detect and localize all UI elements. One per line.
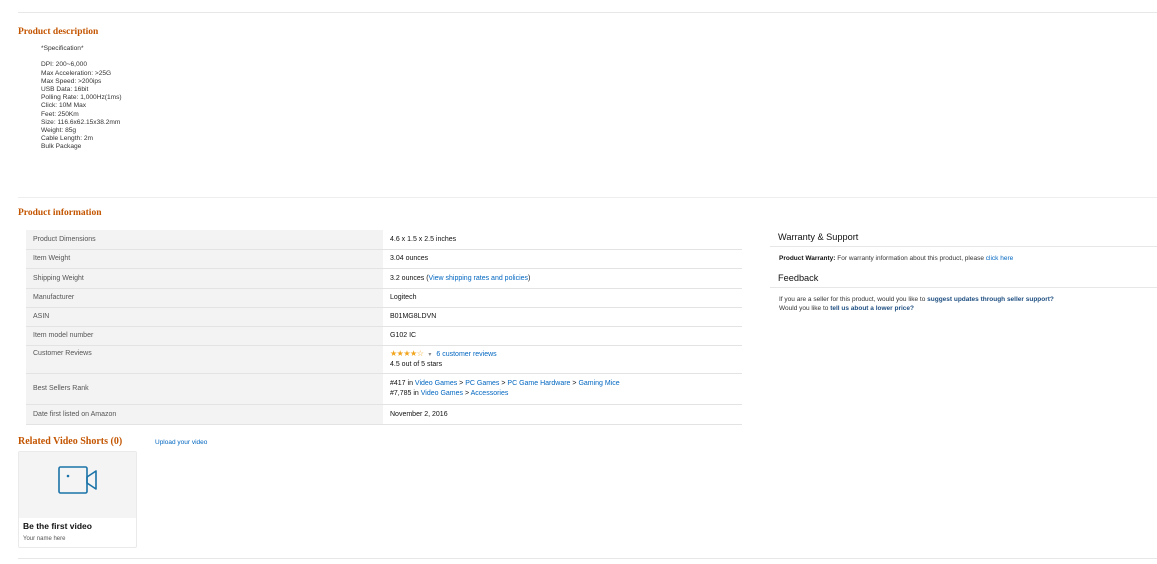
shipping-weight-value: 3.2 ounces <box>390 274 425 282</box>
description-line: Polling Rate: 1,000Hz(1ms) <box>41 94 122 102</box>
table-row: Manufacturer Logitech <box>26 288 742 308</box>
table-row: Item Weight 3.04 ounces <box>26 249 742 269</box>
feedback-divider <box>770 287 1157 288</box>
info-key: Product Dimensions <box>26 230 383 250</box>
info-value: B01MG8LDVN <box>383 307 742 327</box>
info-value: Logitech <box>383 288 742 308</box>
info-key: Date first listed on Amazon <box>26 404 383 425</box>
description-line: DPI: 200~6,000 <box>41 61 88 69</box>
description-line <box>41 53 122 61</box>
video-camera-icon <box>58 466 97 494</box>
warranty-divider <box>770 246 1157 247</box>
info-value: #417 in Video Games > PC Games > PC Game… <box>383 373 742 405</box>
info-key: Shipping Weight <box>26 268 383 289</box>
info-key: Customer Reviews <box>26 345 383 374</box>
rank-category-link[interactable]: Video Games <box>421 390 463 397</box>
info-key: ASIN <box>26 307 383 327</box>
video-shorts-title: Related Video Shorts (0) <box>18 436 123 447</box>
rank-prefix: #7,785 in <box>390 389 421 397</box>
video-card-title: Be the first video <box>23 521 92 531</box>
rank-category-link[interactable]: PC Games <box>465 380 499 387</box>
top-divider <box>18 12 1157 13</box>
warranty-label: Product Warranty: <box>779 255 836 262</box>
upload-video-link[interactable]: Upload your video <box>155 439 207 446</box>
feedback-text: If you are a seller for this product, wo… <box>779 296 1054 313</box>
rating-text: 4.5 out of 5 stars <box>390 361 443 368</box>
table-row: Shipping Weight 3.2 ounces (View shippin… <box>26 268 742 289</box>
table-row: ASIN B01MG8LDVN <box>26 307 742 327</box>
rank-category-link[interactable]: PC Game Hardware <box>507 380 570 387</box>
description-line: Bulk Package <box>41 143 82 151</box>
description-line: *Specification* <box>41 45 84 52</box>
star-rating-icon[interactable]: ★★★★☆ <box>390 349 424 358</box>
description-heading: Product description <box>18 27 99 37</box>
info-key: Item model number <box>26 326 383 346</box>
info-value: 3.2 ounces (View shipping rates and poli… <box>383 268 742 289</box>
video-card-subtitle: Your name here <box>23 536 66 542</box>
feedback-line2-text: Would you like to <box>779 304 831 312</box>
description-line: Size: 116.6x62.15x38.2mm <box>41 118 121 126</box>
table-row: Customer Reviews ★★★★☆ ▾ 6 customer review… <box>26 345 742 374</box>
warranty-click-here-link[interactable]: click here <box>986 255 1013 262</box>
description-line: Weight: 85g <box>41 127 77 135</box>
video-card[interactable]: Be the first video Your name here <box>18 451 137 548</box>
description-line: Feet: 250Km <box>41 110 79 118</box>
section-divider <box>18 197 1157 198</box>
warranty-text: Product Warranty: For warranty informati… <box>779 255 1013 264</box>
description-line: Cable Length: 2m <box>41 135 94 143</box>
info-value: G102 IC <box>383 326 742 346</box>
product-info-table: Product Dimensions 4.6 x 1.5 x 2.5 inche… <box>26 230 742 425</box>
feedback-line1-text: If you are a seller for this product, wo… <box>779 296 928 303</box>
lower-price-link[interactable]: tell us about a lower price? <box>830 305 914 312</box>
table-row: Item model number G102 IC <box>26 326 742 346</box>
description-body: *Specification* DPI: 200~6,000 Max Accel… <box>41 45 122 152</box>
rank-category-link[interactable]: Gaming Mice <box>578 380 619 387</box>
info-value: November 2, 2016 <box>383 404 742 425</box>
info-key: Item Weight <box>26 249 383 269</box>
shipping-rates-link[interactable]: View shipping rates and policies <box>429 275 529 282</box>
info-value: 4.6 x 1.5 x 2.5 inches <box>383 230 742 250</box>
table-row: Best Sellers Rank #417 in Video Games > … <box>26 373 742 405</box>
description-line: Max Acceleration: >25G <box>41 69 112 77</box>
table-row: Product Dimensions 4.6 x 1.5 x 2.5 inche… <box>26 230 742 250</box>
customer-reviews-link[interactable]: 6 customer reviews <box>436 351 496 358</box>
info-key: Manufacturer <box>26 288 383 308</box>
warranty-title: Warranty & Support <box>778 232 859 242</box>
info-key: Best Sellers Rank <box>26 373 383 405</box>
description-line: USB Data: 16bit <box>41 86 89 94</box>
info-value: ★★★★☆ ▾ 6 customer reviews 4.5 out of 5 st… <box>383 345 742 374</box>
table-row: Date first listed on Amazon November 2, … <box>26 404 742 425</box>
warranty-body: For warranty information about this prod… <box>835 255 986 262</box>
video-thumbnail[interactable] <box>19 452 136 518</box>
chevron-down-icon[interactable]: ▾ <box>428 352 431 358</box>
bottom-divider <box>18 558 1157 559</box>
feedback-title: Feedback <box>778 273 819 283</box>
seller-support-link[interactable]: suggest updates through seller support? <box>927 296 1054 303</box>
rank-prefix: #417 in <box>390 379 415 387</box>
description-line: Max Speed: >200ips <box>41 77 102 85</box>
rank-category-link[interactable]: Video Games <box>415 380 457 387</box>
description-line: Click: 10M Max <box>41 102 87 110</box>
rank-category-link[interactable]: Accessories <box>471 390 509 397</box>
info-value: 3.04 ounces <box>383 249 742 269</box>
product-info-heading: Product information <box>18 208 102 218</box>
